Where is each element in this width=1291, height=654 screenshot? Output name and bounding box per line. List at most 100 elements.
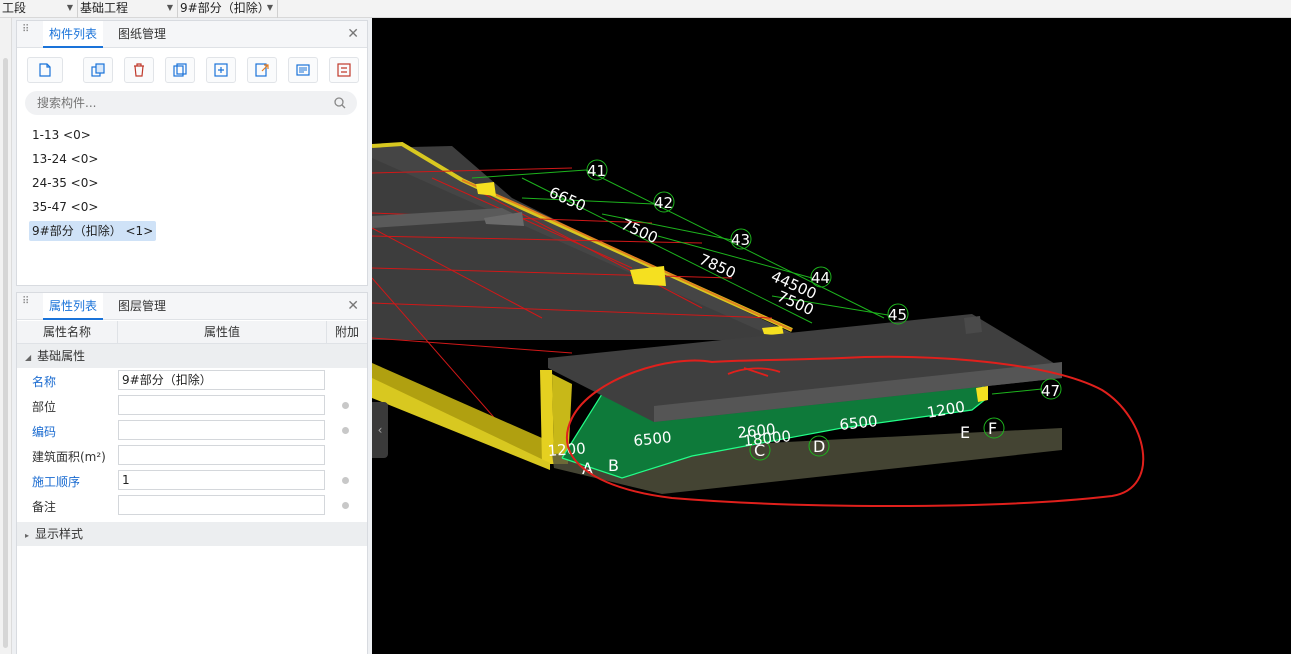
tab-layer-management[interactable]: 图层管理: [112, 293, 172, 320]
region-label: B: [608, 456, 619, 475]
property-name: 部位: [32, 400, 57, 414]
property-list-panel: ⠿ 属性列表 图层管理 ✕ 属性名称 属性值 附加 ◢ 基础属性 名称 9#部分（…: [16, 292, 368, 654]
group-display-style[interactable]: ▸ 显示样式: [17, 522, 367, 546]
list-item[interactable]: 24-35 <0>: [29, 173, 156, 193]
duplicate-button[interactable]: [165, 57, 195, 83]
property-value-field[interactable]: [118, 420, 325, 440]
property-name: 建筑面积(m²): [32, 450, 106, 464]
extra-toggle-icon[interactable]: [342, 402, 349, 409]
property-value-field[interactable]: [118, 395, 325, 415]
property-value-field[interactable]: 1: [118, 470, 325, 490]
group-label: 显示样式: [35, 527, 84, 541]
duplicate-icon: [173, 63, 187, 77]
axis-label: 45: [888, 306, 907, 324]
property-name: 编码: [32, 425, 57, 439]
search-box: [25, 91, 357, 115]
extra-toggle-icon[interactable]: [342, 502, 349, 509]
property-row: 备注: [17, 493, 367, 518]
settings-button[interactable]: [329, 57, 359, 83]
caret-right-icon: ▸: [25, 531, 30, 540]
property-row: 施工顺序 1: [17, 468, 367, 493]
col-extra: 附加: [334, 325, 359, 339]
extra-toggle-icon[interactable]: [342, 477, 349, 484]
chevron-down-icon: ▼: [166, 3, 173, 12]
region-label: F: [988, 419, 997, 438]
caret-down-icon: ◢: [25, 353, 32, 362]
delete-icon: [134, 63, 144, 77]
chevron-down-icon: ▼: [66, 3, 73, 12]
delete-component-button[interactable]: [124, 57, 154, 83]
tab-component-list[interactable]: 构件列表: [43, 21, 104, 48]
section-combo[interactable]: 工段 ▼: [0, 0, 78, 18]
close-icon[interactable]: ✕: [347, 26, 359, 42]
part-combo-value: 9#部分（扣除）: [180, 1, 270, 15]
new-icon: [39, 63, 51, 77]
project-type-combo[interactable]: 基础工程 ▼: [78, 0, 178, 18]
search-icon[interactable]: [333, 96, 347, 110]
copy-floor-icon: [214, 63, 228, 77]
side-strip: [0, 18, 12, 654]
component-list-panel: ⠿ 构件列表 图纸管理 ✕ 1-1: [16, 20, 368, 286]
3d-viewport[interactable]: 41 42 43 44 45 47 6650 7500 7850 44500 7…: [372, 18, 1291, 654]
properties-icon: [296, 64, 310, 76]
close-icon[interactable]: ✕: [347, 298, 359, 314]
copy-floor-button[interactable]: [206, 57, 236, 83]
panel-header: ⠿ 属性列表 图层管理 ✕: [17, 293, 367, 320]
top-toolbar: 工段 ▼ 基础工程 ▼ 9#部分（扣除） ▼: [0, 0, 1291, 18]
property-value-field[interactable]: [118, 445, 325, 465]
chevron-down-icon: ▼: [266, 3, 273, 12]
section-combo-value: 工段: [2, 1, 27, 15]
col-property-name: 属性名称: [17, 321, 118, 343]
new-component-button[interactable]: [27, 57, 63, 83]
property-value-field[interactable]: 9#部分（扣除）: [118, 370, 325, 390]
chevron-left-icon: ‹: [377, 423, 383, 437]
search-input[interactable]: [37, 94, 317, 112]
property-row: 部位: [17, 393, 367, 418]
col-property-value: 属性值: [118, 321, 327, 343]
export-button[interactable]: [247, 57, 277, 83]
dimension-label: 7500: [618, 215, 660, 247]
group-label: 基础属性: [37, 349, 86, 363]
list-item[interactable]: 35-47 <0>: [29, 197, 156, 217]
region-label: D: [813, 437, 825, 456]
project-type-combo-value: 基础工程: [80, 1, 129, 15]
property-row: 建筑面积(m²): [17, 443, 367, 468]
scrollbar[interactable]: [3, 58, 8, 648]
property-table-header: 属性名称 属性值 附加: [17, 321, 367, 344]
extra-toggle-icon[interactable]: [342, 427, 349, 434]
settings-icon: [337, 63, 351, 77]
property-name: 施工顺序: [32, 475, 81, 489]
list-item-selected[interactable]: 9#部分（扣除） <1>: [29, 221, 157, 241]
yellow-beam: [372, 363, 550, 464]
property-value-field[interactable]: [118, 495, 325, 515]
list-item[interactable]: 13-24 <0>: [29, 149, 156, 169]
axis-label: 43: [731, 231, 750, 249]
part-combo[interactable]: 9#部分（扣除） ▼: [178, 0, 278, 18]
yellow-column: [476, 182, 496, 196]
tab-property-list[interactable]: 属性列表: [43, 293, 104, 320]
properties-button[interactable]: [288, 57, 318, 83]
group-basic-properties[interactable]: ◢ 基础属性: [17, 344, 367, 368]
property-row: 编码: [17, 418, 367, 443]
copy-component-button[interactable]: [83, 57, 113, 83]
region-label: E: [960, 423, 970, 442]
axis-label: 47: [1041, 382, 1060, 400]
drag-handle-icon[interactable]: ⠿: [22, 297, 30, 313]
panel-header: ⠿ 构件列表 图纸管理 ✕: [17, 21, 367, 48]
list-item[interactable]: 1-13 <0>: [29, 125, 156, 145]
tab-drawing-management[interactable]: 图纸管理: [112, 21, 172, 48]
drag-handle-icon[interactable]: ⠿: [22, 25, 30, 41]
export-icon: [255, 63, 269, 77]
axis-label: 41: [587, 162, 606, 180]
component-list: 1-13 <0> 13-24 <0> 24-35 <0> 35-47 <0> 9…: [29, 125, 157, 245]
property-table: 属性名称 属性值 附加 ◢ 基础属性 名称 9#部分（扣除） 部位 编码 建筑面积…: [17, 321, 367, 546]
collapse-panel-button[interactable]: ‹: [372, 402, 388, 458]
axis-label: 42: [654, 194, 673, 212]
slab-notch: [964, 316, 982, 334]
copy-icon: [91, 63, 105, 77]
property-row: 名称 9#部分（扣除）: [17, 368, 367, 393]
model-canvas[interactable]: 41 42 43 44 45 47 6650 7500 7850 44500 7…: [372, 18, 1291, 654]
dimension-label: 6650: [546, 183, 588, 215]
yellow-column: [976, 386, 988, 402]
region-dimension: 6500: [839, 412, 879, 434]
